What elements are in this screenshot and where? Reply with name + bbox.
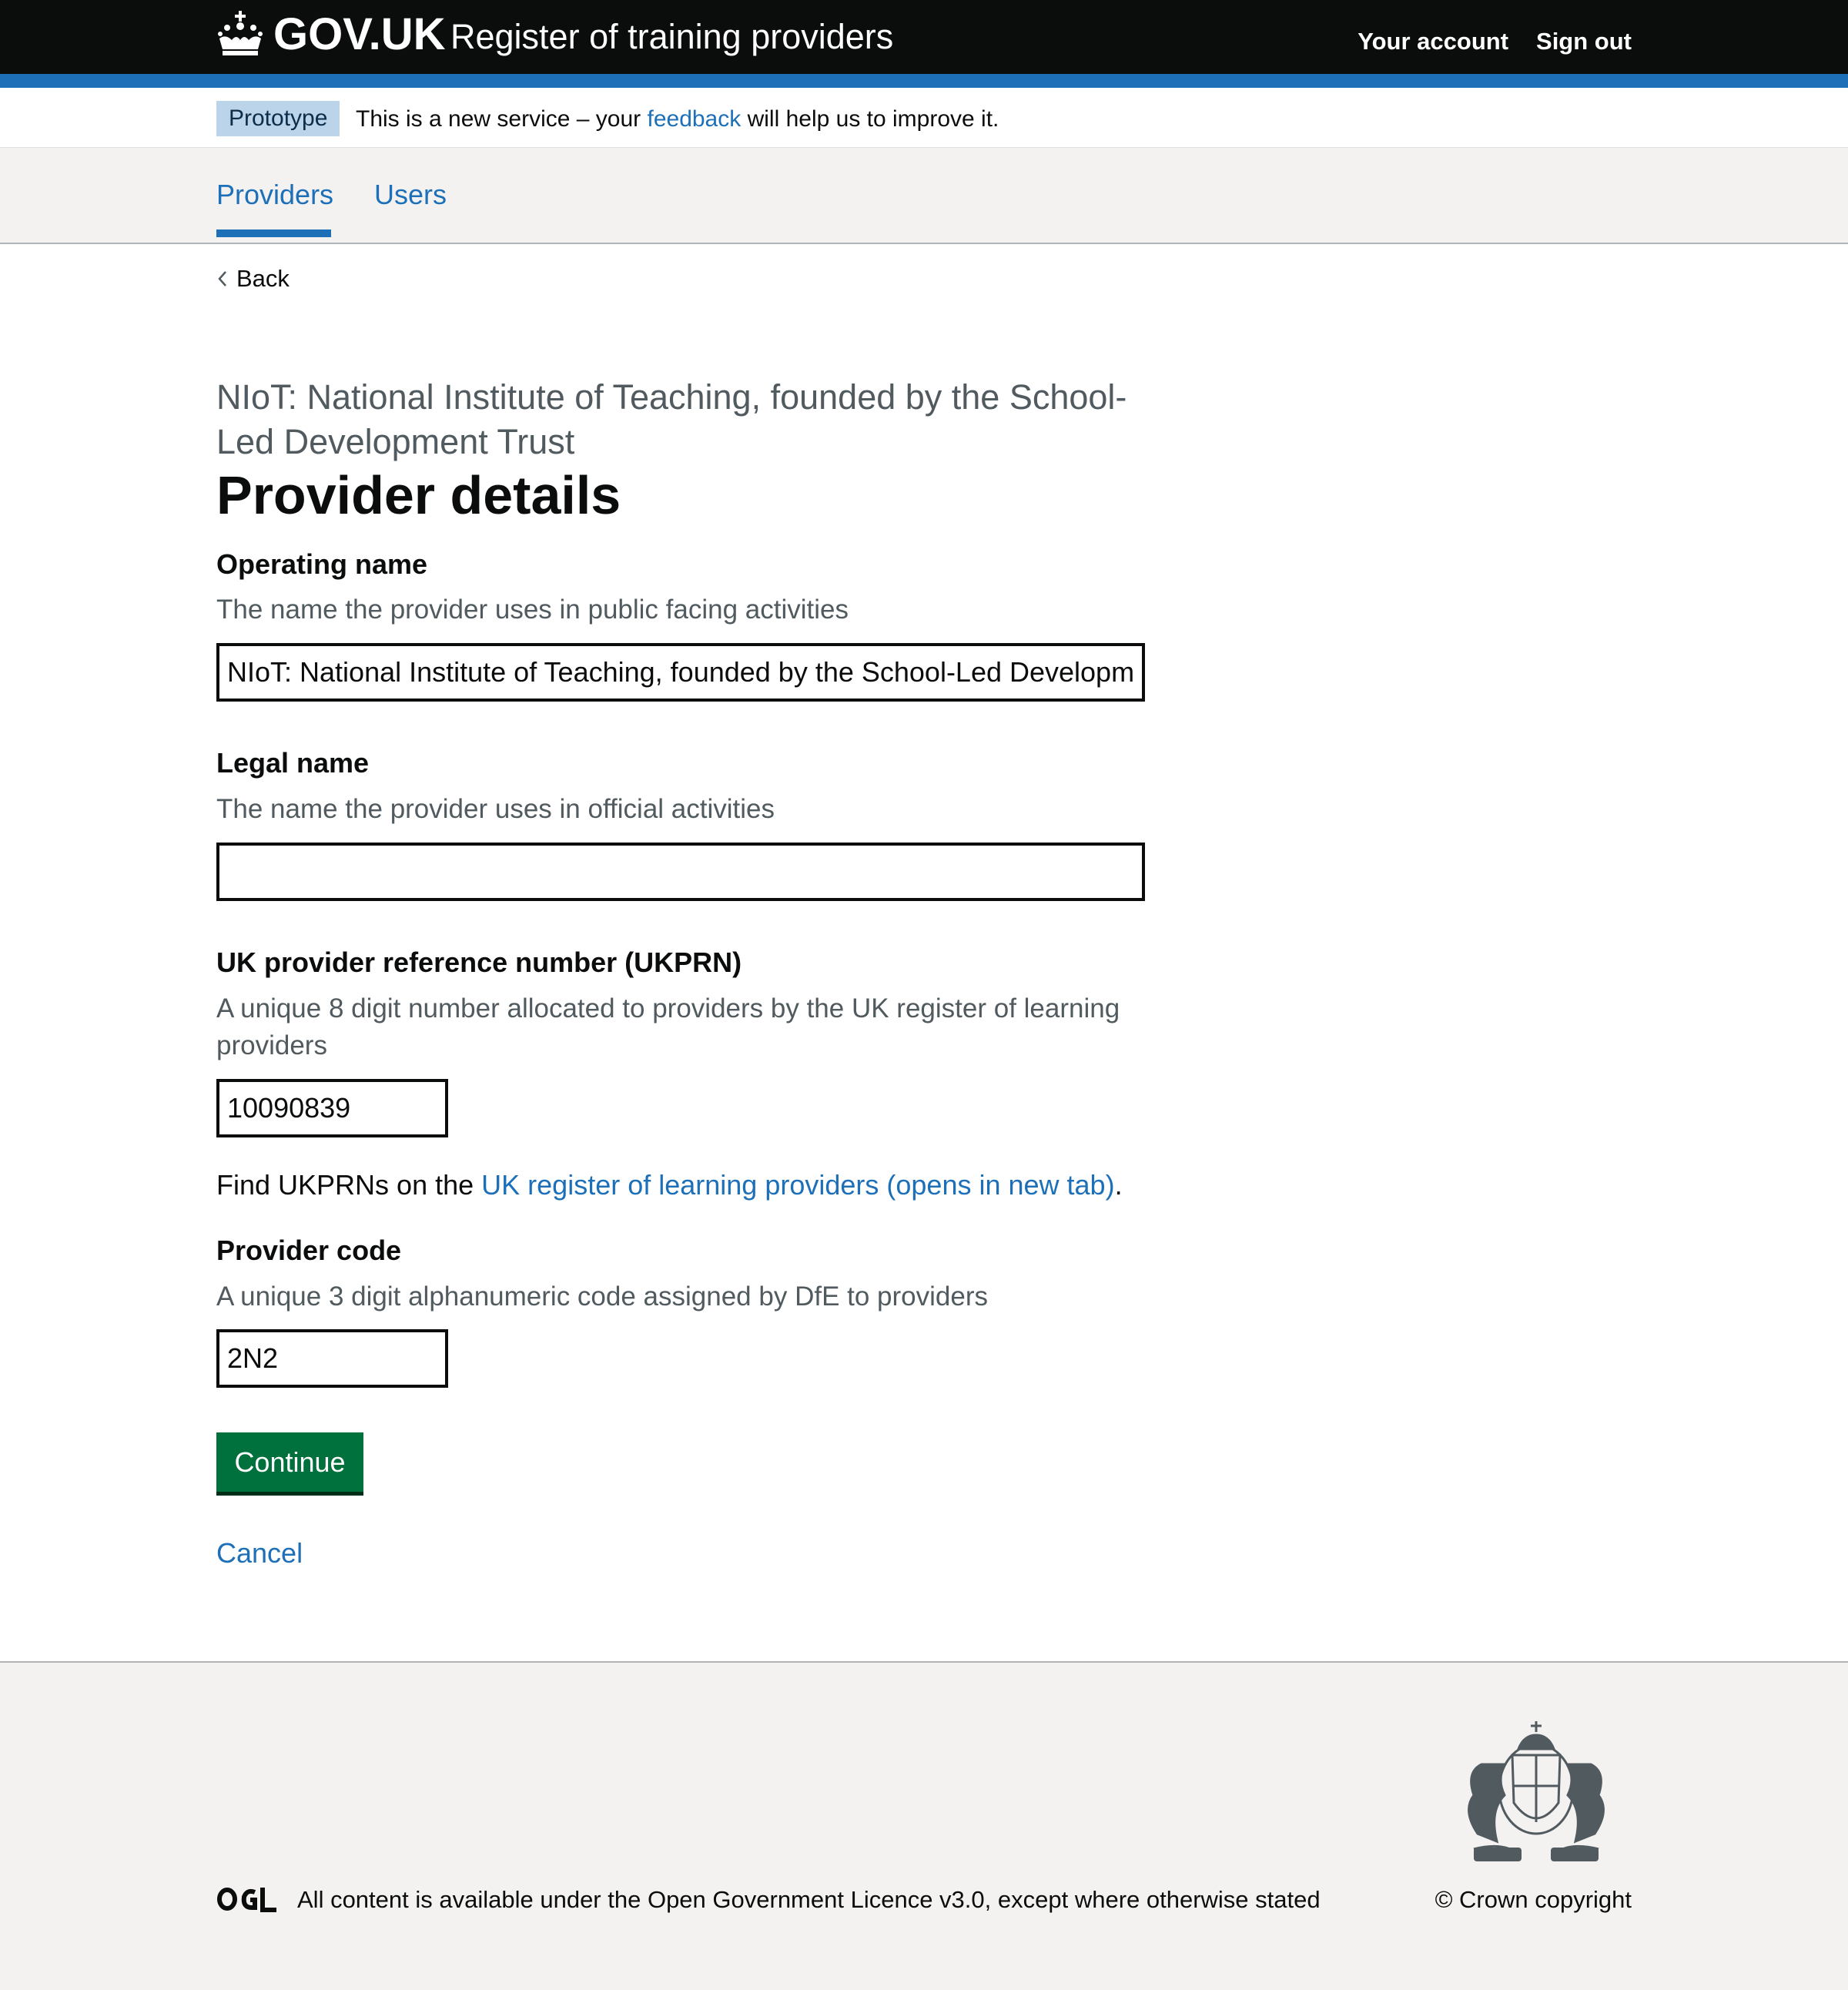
provider-code-hint: A unique 3 digit alphanumeric code assig…	[216, 1281, 988, 1312]
phase-banner: Prototype This is a new service – your f…	[0, 88, 1848, 148]
crown-copyright: © Crown copyright	[1435, 1886, 1632, 1914]
ukrlp-link[interactable]: UK register of learning providers (opens…	[481, 1169, 1114, 1201]
licence-text-after: , except where otherwise stated	[984, 1886, 1321, 1913]
legal-name-input[interactable]	[216, 843, 1145, 901]
chevron-left-icon	[218, 271, 226, 286]
legal-name-label: Legal name	[216, 747, 370, 779]
your-account-link[interactable]: Your account	[1358, 28, 1508, 55]
crown-icon	[218, 11, 263, 55]
phase-text-after: will help us to improve it.	[741, 106, 999, 132]
govuk-header: GOV.UK Register of training providers Yo…	[0, 0, 1848, 74]
header-blue-bar	[0, 74, 1848, 88]
operating-name-label: Operating name	[216, 548, 428, 580]
prototype-tag: Prototype	[216, 101, 340, 136]
ukprn-label: UK provider reference number (UKPRN)	[216, 946, 742, 978]
govuk-logo-link[interactable]: GOV.UK	[216, 9, 445, 59]
nav-item-providers[interactable]: Providers	[216, 179, 333, 237]
provider-caption: NIoT: National Institute of Teaching, fo…	[216, 377, 1127, 461]
legal-name-hint: The name the provider uses in official a…	[216, 794, 775, 824]
govuk-logotype: GOV.UK	[273, 8, 446, 59]
licence-text-before: All content is available under the	[297, 1886, 648, 1913]
back-link[interactable]: Back	[216, 265, 290, 293]
find-text-before: Find UKPRNs on the	[216, 1169, 482, 1201]
ukprn-input[interactable]	[216, 1079, 448, 1137]
open-government-licence-link[interactable]: Open Government Licence v3.0	[648, 1886, 985, 1913]
operating-name-input[interactable]	[216, 643, 1145, 702]
royal-coat-of-arms-icon	[1468, 1721, 1605, 1861]
back-link-label[interactable]: Back	[236, 265, 290, 293]
phase-text-before: This is a new service – your	[356, 106, 648, 132]
find-text-after: .	[1114, 1169, 1123, 1201]
crown-copyright-link[interactable]: © Crown copyright	[1435, 1886, 1632, 1913]
ukprn-hint: A unique 8 digit number allocated to pro…	[216, 993, 1120, 1060]
footer: All content is available under the Open …	[0, 1661, 1848, 1990]
continue-button[interactable]: Continue	[216, 1432, 363, 1492]
phase-banner-text: This is a new service – your feedback wi…	[356, 103, 999, 136]
service-name-link[interactable]: Register of training providers	[450, 17, 893, 57]
operating-name-hint: The name the provider uses in public fac…	[216, 595, 849, 625]
header-navigation: Your account Sign out	[1358, 28, 1632, 55]
primary-navigation: Providers Users	[0, 148, 1848, 244]
find-ukprn-text: Find UKPRNs on the UK register of learni…	[216, 1166, 1123, 1204]
nav-item-users[interactable]: Users	[374, 179, 447, 211]
ogl-logo-icon	[217, 1888, 276, 1912]
sign-out-link[interactable]: Sign out	[1536, 28, 1632, 55]
provider-code-input[interactable]	[216, 1329, 448, 1388]
feedback-link[interactable]: feedback	[647, 106, 741, 132]
cancel-link[interactable]: Cancel	[216, 1537, 303, 1570]
provider-code-label: Provider code	[216, 1235, 402, 1266]
page-title: Provider details	[216, 465, 621, 525]
licence-text: All content is available under the Open …	[297, 1886, 1321, 1914]
